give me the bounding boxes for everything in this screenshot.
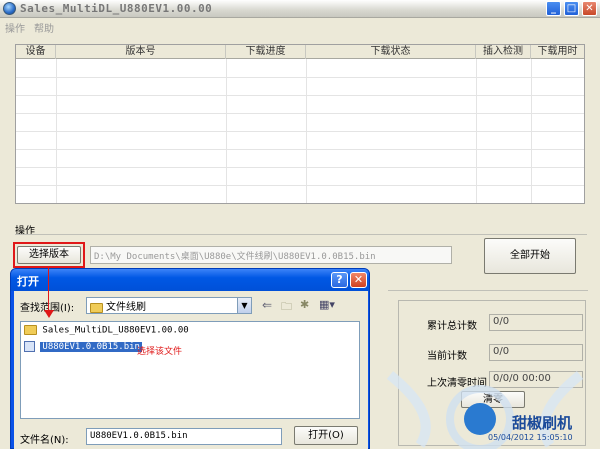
- arrow-head-icon: [44, 310, 54, 318]
- open-dialog[interactable]: 打开 ? ✕ 查找范围(I): 文件线刷 ▼ ⇐ 🗀 ✱ ▦▾ Sales_Mu…: [10, 268, 370, 449]
- maximize-button[interactable]: □: [564, 1, 579, 16]
- annotation-arrow: [48, 268, 49, 312]
- list-item-label: Sales_MultiDL_U880EV1.00.00: [42, 325, 189, 336]
- list-item[interactable]: Sales_MultiDL_U880EV1.00.00: [24, 325, 189, 336]
- table-header: 设备 版本号 下载进度 下载状态 插入检测 下载用时: [16, 45, 584, 59]
- close-button[interactable]: ✕: [582, 1, 597, 16]
- filename-label: 文件名(N):: [20, 435, 69, 446]
- list-item-label: U880EV1.0.0B15.bin: [40, 342, 142, 352]
- minimize-button[interactable]: _: [546, 1, 561, 16]
- menu-help[interactable]: 帮助: [34, 20, 54, 35]
- title-bar: Sales_MultiDL_U880EV1.00.00 _ □ ✕: [0, 0, 600, 18]
- menu-bar: 操作 帮助: [0, 18, 600, 35]
- up-folder-icon[interactable]: 🗀: [281, 298, 292, 317]
- col-device[interactable]: 设备: [16, 45, 56, 59]
- device-table[interactable]: 设备 版本号 下载进度 下载状态 插入检测 下载用时: [15, 44, 585, 204]
- view-menu-icon[interactable]: ▦▾: [319, 298, 335, 311]
- lookin-value: 文件线刷: [106, 302, 146, 313]
- col-progress[interactable]: 下载进度: [226, 45, 306, 59]
- dialog-title: 打开: [17, 275, 39, 288]
- filename-input[interactable]: U880EV1.0.0B15.bin: [86, 428, 282, 445]
- list-item-selected[interactable]: U880EV1.0.0B15.bin: [24, 341, 142, 352]
- path-field[interactable]: D:\My Documents\桌面\U880e\文件线刷\U880EV1.0.…: [90, 246, 452, 264]
- total-count-label: 累计总计数: [427, 321, 477, 332]
- watermark-date: 05/04/2012 15:05:10: [488, 433, 573, 442]
- help-button[interactable]: ?: [331, 272, 348, 288]
- dialog-close-button[interactable]: ✕: [350, 272, 367, 288]
- group-divider: [15, 234, 587, 235]
- col-version[interactable]: 版本号: [56, 45, 226, 59]
- col-download-time[interactable]: 下载用时: [531, 45, 584, 59]
- folder-icon: [24, 325, 37, 335]
- total-count-value: 0/0: [489, 314, 583, 331]
- file-list[interactable]: Sales_MultiDL_U880EV1.00.00 U880EV1.0.0B…: [20, 321, 360, 419]
- lookin-combo[interactable]: 文件线刷 ▼: [86, 297, 252, 314]
- col-status[interactable]: 下载状态: [306, 45, 476, 59]
- open-button[interactable]: 打开(O): [294, 426, 358, 445]
- dialog-body: 查找范围(I): 文件线刷 ▼ ⇐ 🗀 ✱ ▦▾ Sales_MultiDL_U…: [14, 291, 368, 449]
- menu-operation[interactable]: 操作: [5, 20, 25, 35]
- back-icon[interactable]: ⇐: [262, 298, 272, 312]
- start-all-button[interactable]: 全部开始: [484, 238, 576, 274]
- folder-icon: [90, 303, 103, 313]
- window-title: Sales_MultiDL_U880EV1.00.00: [20, 2, 213, 15]
- file-icon: [24, 341, 35, 352]
- select-version-button[interactable]: 选择版本: [17, 246, 81, 264]
- annotation-text: 选择该文件: [137, 347, 183, 357]
- app-icon: [3, 2, 16, 15]
- watermark-text: 甜椒刷机: [512, 414, 573, 432]
- chevron-down-icon[interactable]: ▼: [237, 298, 251, 313]
- dialog-title-bar: 打开 ? ✕: [11, 269, 369, 291]
- col-insert-check[interactable]: 插入检测: [476, 45, 531, 59]
- counter-divider: [388, 290, 588, 291]
- new-folder-icon[interactable]: ✱: [300, 298, 309, 311]
